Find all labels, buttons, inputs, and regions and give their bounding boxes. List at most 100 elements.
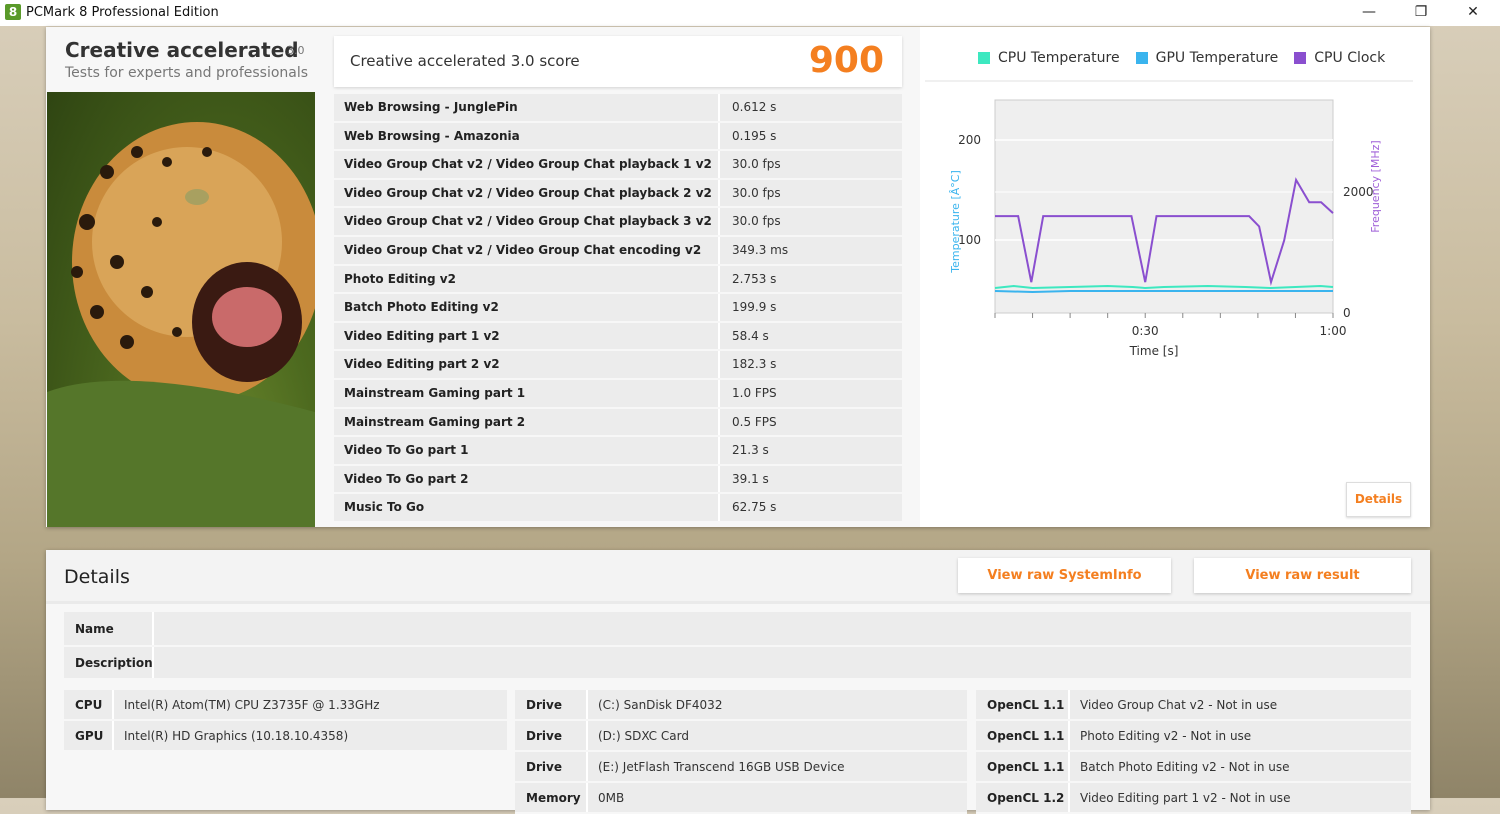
test-value: 2.753 s: [720, 265, 902, 293]
chart-legend: CPU Temperature GPU Temperature CPU Cloc…: [978, 50, 1385, 66]
y-right-tick-label: 0: [1343, 306, 1351, 320]
test-value: 199.9 s: [720, 294, 902, 321]
system-row: CPU Intel(R) Atom(TM) CPU Z3735F @ 1.33GH…: [64, 690, 507, 721]
system-info-table: CPU Intel(R) Atom(TM) CPU Z3735F @ 1.33GH…: [64, 690, 507, 752]
test-name: Video Group Chat v2 / Video Group Chat p…: [334, 179, 720, 207]
legend-swatch-icon: [978, 52, 990, 64]
drives-row: Memory 0MB: [515, 783, 967, 814]
result-row: Video Group Chat v2 / Video Group Chat p…: [334, 208, 902, 237]
line-chart: 100200020000:30 1:00Time [s]Temperature […: [949, 99, 1382, 358]
result-row: Video Editing part 2 v2 182.3 s: [334, 351, 902, 380]
test-value: 62.75 s: [720, 494, 902, 521]
result-row: Video Editing part 1 v2 58.4 s: [334, 322, 902, 352]
test-name: Video Editing part 2 v2: [334, 351, 720, 378]
result-row: Photo Editing v2 2.753 s: [334, 265, 902, 295]
test-value: 0.195 s: [720, 122, 902, 150]
opencl-key: OpenCL 1.1: [976, 721, 1070, 750]
result-row: Video Group Chat v2 / Video Group Chat p…: [334, 151, 902, 180]
legend-gpu-temperature[interactable]: GPU Temperature: [1135, 50, 1278, 66]
opencl-key: OpenCL 1.1: [976, 752, 1070, 781]
opencl-row: OpenCL 1.1 Video Group Chat v2 - Not in u…: [976, 690, 1411, 721]
system-value: Intel(R) HD Graphics (10.18.10.4358): [114, 721, 507, 750]
test-name: Video Group Chat v2 / Video Group Chat p…: [334, 151, 720, 178]
opencl-value: Photo Editing v2 - Not in use: [1070, 721, 1411, 750]
name-description-table: Name Description: [64, 612, 1411, 680]
x-axis-label: Time [s]: [1129, 344, 1179, 358]
plot-area: [994, 99, 1334, 314]
score-box: Creative accelerated 3.0 score 900: [334, 36, 902, 87]
name-label: Name: [64, 612, 154, 645]
test-value: 30.0 fps: [720, 208, 902, 235]
drives-value: (E:) JetFlash Transcend 16GB USB Device: [588, 752, 967, 781]
drives-row: Drive (C:) SanDisk DF4032: [515, 690, 967, 721]
view-raw-result-button[interactable]: View raw result: [1194, 558, 1411, 593]
result-row: Mainstream Gaming part 1 1.0 FPS: [334, 379, 902, 409]
test-name: Video Editing part 1 v2: [334, 322, 720, 350]
test-name: Video Group Chat v2 / Video Group Chat e…: [334, 236, 720, 264]
legend-cpu-clock[interactable]: CPU Clock: [1294, 50, 1385, 66]
opencl-row: OpenCL 1.1 Batch Photo Editing v2 - Not i…: [976, 752, 1411, 783]
result-row: Batch Photo Editing v2 199.9 s: [334, 294, 902, 323]
result-row: Video Group Chat v2 / Video Group Chat e…: [334, 236, 902, 266]
legend-swatch-icon: [1294, 52, 1307, 64]
title-bar: 8 PCMark 8 Professional Edition — ❐ ✕: [0, 0, 1500, 26]
test-value: 39.1 s: [720, 465, 902, 493]
test-name: Video To Go part 1: [334, 437, 720, 464]
opencl-key: OpenCL 1.1: [976, 690, 1070, 719]
details-title: Details: [64, 566, 130, 588]
drives-row: Drive (D:) SDXC Card: [515, 721, 967, 752]
close-button[interactable]: ✕: [1450, 0, 1496, 26]
divider: [925, 80, 1413, 82]
legend-swatch-icon: [1135, 52, 1148, 64]
drives-value: (C:) SanDisk DF4032: [588, 690, 967, 719]
system-value: Intel(R) Atom(TM) CPU Z3735F @ 1.33GHz: [114, 690, 507, 719]
view-raw-systeminfo-button[interactable]: View raw SystemInfo: [958, 558, 1171, 593]
drives-key: Drive: [515, 752, 588, 781]
leopard-image: [47, 92, 315, 527]
details-button[interactable]: Details: [1346, 482, 1411, 517]
result-row: Web Browsing - JunglePin 0.612 s: [334, 94, 902, 123]
drives-row: Drive (E:) JetFlash Transcend 16GB USB De…: [515, 752, 967, 783]
name-value: [154, 612, 1411, 645]
result-row: Mainstream Gaming part 2 0.5 FPS: [334, 408, 902, 438]
window-title: PCMark 8 Professional Edition: [26, 5, 219, 20]
result-row: Video Group Chat v2 / Video Group Chat p…: [334, 179, 902, 209]
y-left-axis-label: Temperature [Â°C]: [949, 170, 962, 273]
restore-button[interactable]: ❐: [1398, 0, 1444, 26]
x-tick-label: 1:00: [1320, 324, 1347, 338]
test-value: 30.0 fps: [720, 151, 902, 178]
description-value: [154, 647, 1411, 678]
description-label: Description: [64, 647, 154, 678]
opencl-row: OpenCL 1.2 Video Editing part 1 v2 - Not …: [976, 783, 1411, 814]
legend-label: CPU Temperature: [998, 50, 1120, 66]
minimize-button[interactable]: —: [1346, 0, 1392, 26]
test-name: Web Browsing - Amazonia: [334, 122, 720, 150]
result-row: Video To Go part 1 21.3 s: [334, 437, 902, 466]
test-value: 58.4 s: [720, 322, 902, 350]
app-logo-icon: 8: [5, 4, 21, 20]
legend-label: CPU Clock: [1314, 50, 1386, 66]
test-name: Batch Photo Editing v2: [334, 294, 720, 321]
test-value: 0.5 FPS: [720, 408, 902, 436]
opencl-table: OpenCL 1.1 Video Group Chat v2 - Not in u…: [976, 690, 1411, 814]
series-gpu-temperature: [994, 290, 1333, 294]
benchmark-subtitle: Tests for experts and professionals: [65, 65, 309, 81]
system-row: GPU Intel(R) HD Graphics (10.18.10.4358): [64, 721, 507, 752]
test-value: 349.3 ms: [720, 236, 902, 264]
system-key: CPU: [64, 690, 114, 719]
x-tick-label: 0:30: [1132, 324, 1159, 338]
result-row: Video To Go part 2 39.1 s: [334, 465, 902, 495]
drives-table: Drive (C:) SanDisk DF4032 Drive (D:) SDXC C…: [515, 690, 967, 814]
test-value: 21.3 s: [720, 437, 902, 464]
result-row: Web Browsing - Amazonia 0.195 s: [334, 122, 902, 152]
benchmark-version: 3.0: [287, 44, 305, 57]
drives-key: Drive: [515, 690, 588, 719]
legend-cpu-temperature[interactable]: CPU Temperature: [978, 50, 1120, 66]
system-key: GPU: [64, 721, 114, 750]
benchmark-title: Creative accelerated: [65, 38, 299, 62]
test-name: Video To Go part 2: [334, 465, 720, 493]
test-name: Music To Go: [334, 494, 720, 521]
drives-key: Drive: [515, 721, 588, 750]
result-row: Music To Go 62.75 s: [334, 494, 902, 523]
test-name: Web Browsing - JunglePin: [334, 94, 720, 121]
